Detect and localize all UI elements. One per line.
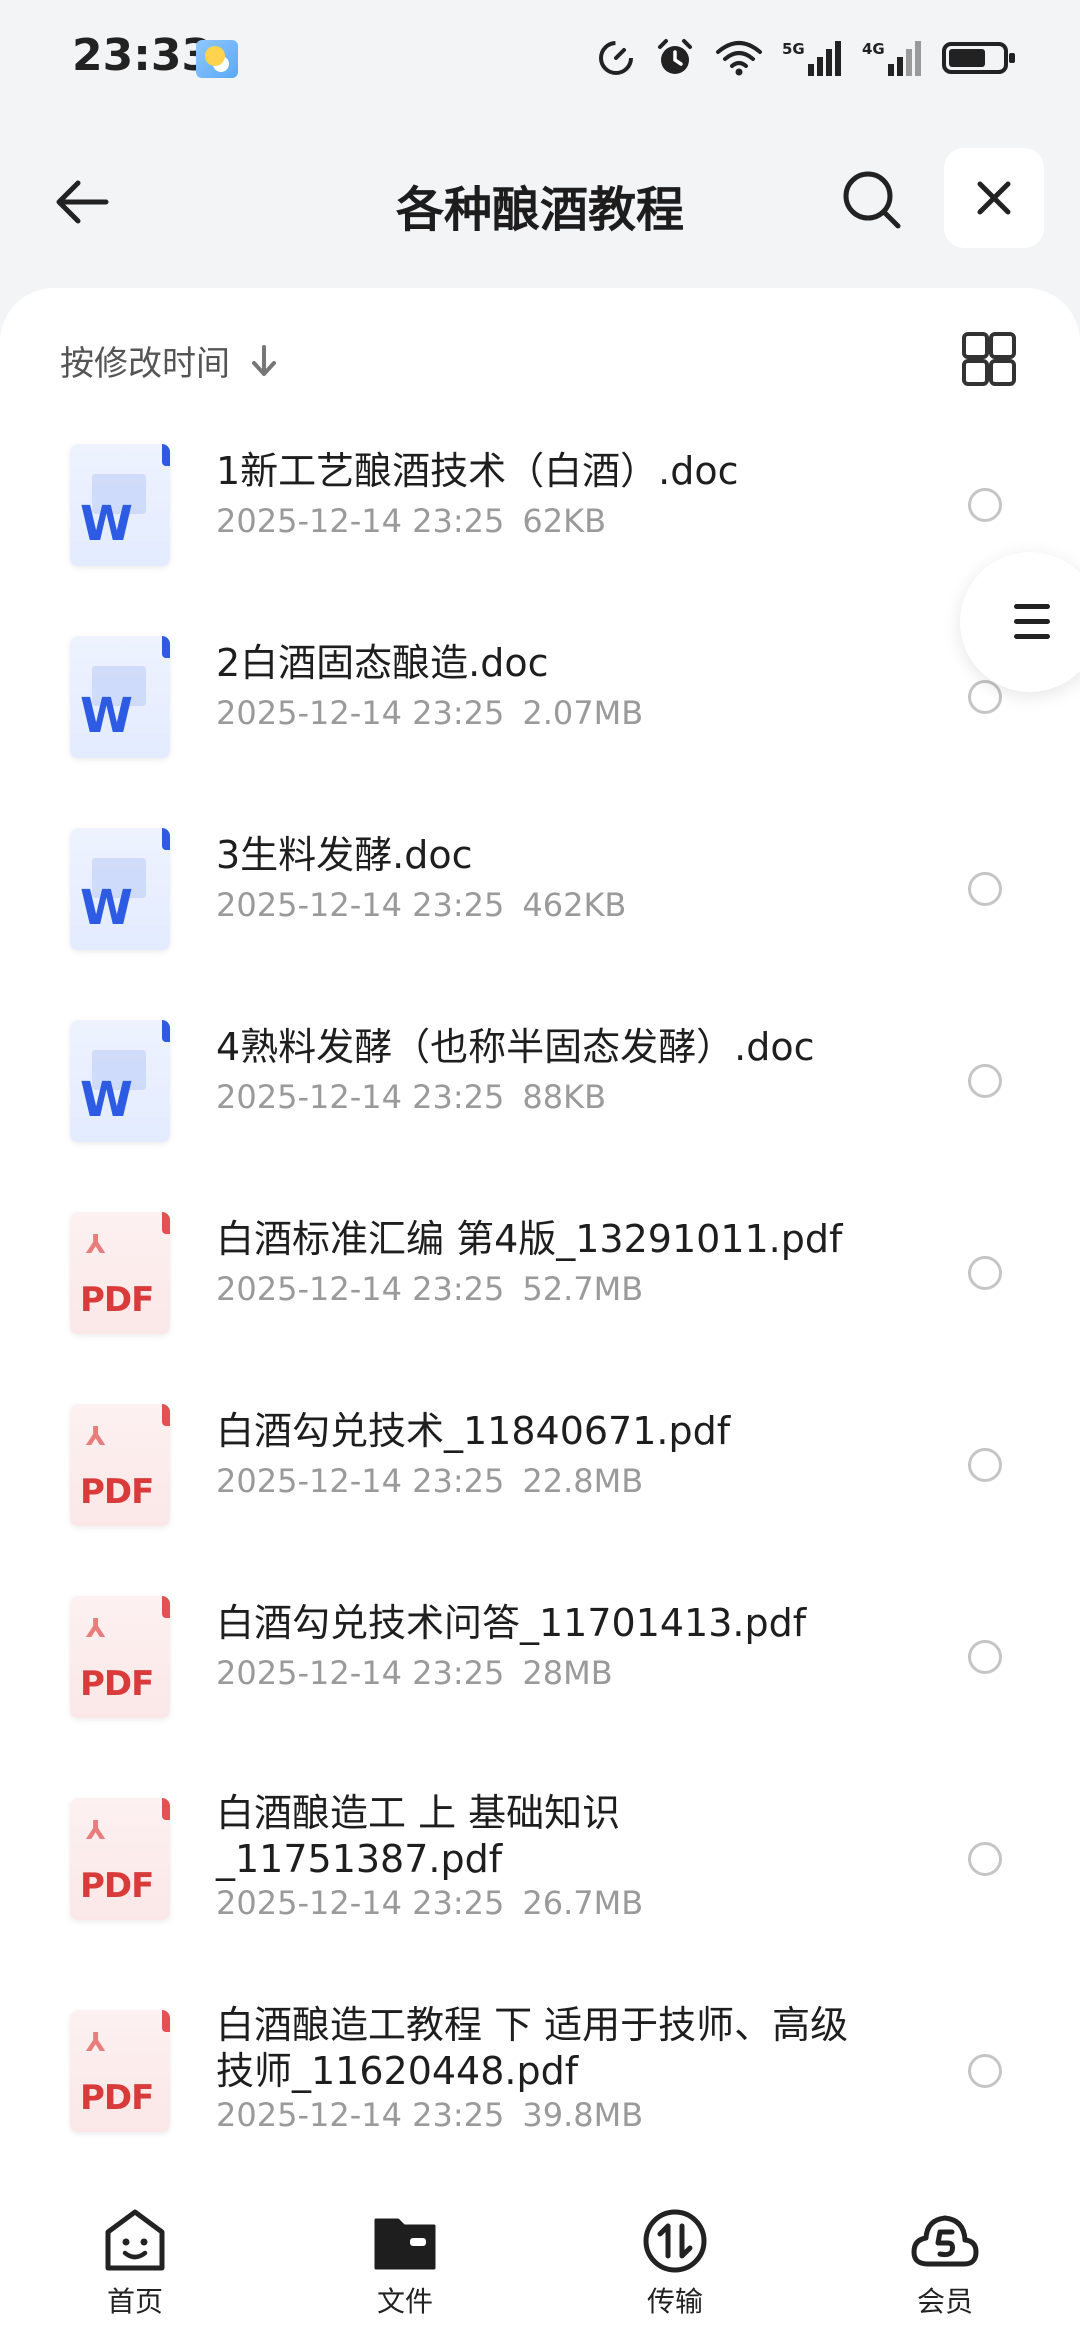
select-radio[interactable] — [968, 1448, 1002, 1482]
svg-text:5G: 5G — [782, 40, 805, 58]
tab-files[interactable]: 文件 — [270, 2188, 540, 2340]
file-size: 39.8MB — [522, 2096, 644, 2134]
select-radio[interactable] — [968, 680, 1002, 714]
pdf-icon: ⅄ PDF — [70, 1404, 170, 1526]
file-meta: 2025-12-14 23:25 88KB — [216, 1078, 606, 1116]
select-radio[interactable] — [968, 1640, 1002, 1674]
file-meta: 2025-12-14 23:25 52.7MB — [216, 1270, 643, 1308]
file-date: 2025-12-14 23:25 — [216, 1462, 505, 1500]
file-size: 26.7MB — [522, 1884, 644, 1922]
file-date: 2025-12-14 23:25 — [216, 1654, 505, 1692]
file-meta: 2025-12-14 23:25 62KB — [216, 502, 606, 540]
sort-control[interactable]: 按修改时间 — [60, 336, 280, 385]
select-radio[interactable] — [968, 2054, 1002, 2088]
signal-5g-icon: 5G — [782, 38, 844, 78]
file-date: 2025-12-14 23:25 — [216, 1078, 505, 1116]
file-name: 白酒勾兑技术_11840671.pdf — [216, 1409, 731, 1453]
tab-transfer[interactable]: 传输 — [540, 2188, 810, 2340]
word-doc-icon: W — [70, 1020, 170, 1142]
status-bar: 23:33 5G 4G — [0, 0, 1080, 120]
tab-home[interactable]: 首页 — [0, 2188, 270, 2340]
select-radio[interactable] — [968, 1256, 1002, 1290]
file-size: 52.7MB — [522, 1270, 644, 1308]
home-smile-icon — [105, 2209, 165, 2271]
select-radio[interactable] — [968, 1842, 1002, 1876]
select-radio[interactable] — [968, 488, 1002, 522]
file-name: 3生料发酵.doc — [216, 833, 473, 877]
file-meta: 2025-12-14 23:25 26.7MB — [216, 1884, 643, 1922]
file-name: 白酒标准汇编 第4版_13291011.pdf — [216, 1217, 843, 1261]
pdf-icon: ⅄ PDF — [70, 1798, 170, 1920]
tab-label: 首页 — [106, 2285, 163, 2318]
file-name: 白酒酿造工 上 基础知识_11751387.pdf — [216, 1791, 621, 1881]
grid-view-toggle[interactable] — [962, 332, 1016, 386]
close-button[interactable] — [944, 148, 1044, 248]
select-radio[interactable] — [968, 1064, 1002, 1098]
grid-cell — [962, 359, 989, 386]
file-meta: 2025-12-14 23:25 28MB — [216, 1654, 613, 1692]
tab-label: 传输 — [646, 2285, 703, 2318]
svg-text:4G: 4G — [862, 40, 885, 58]
transfer-icon — [643, 2209, 707, 2273]
tab-label: 会员 — [916, 2285, 973, 2318]
file-date: 2025-12-14 23:25 — [216, 2096, 505, 2134]
file-date: 2025-12-14 23:25 — [216, 886, 505, 924]
pdf-icon: ⅄ PDF — [70, 2010, 170, 2132]
file-meta: 2025-12-14 23:25 2.07MB — [216, 694, 643, 732]
file-size: 462KB — [522, 886, 627, 924]
wifi-icon — [714, 38, 764, 78]
file-date: 2025-12-14 23:25 — [216, 694, 505, 732]
battery-icon — [942, 42, 1015, 74]
file-name: 4熟料发酵（也称半固态发酵）.doc — [216, 1025, 815, 1069]
page-title: 各种酿酒教程 — [395, 182, 684, 238]
word-doc-icon: W — [70, 636, 170, 758]
pdf-icon: ⅄ PDF — [70, 1596, 170, 1718]
top-app-bar: 各种酿酒教程 — [0, 130, 1080, 270]
pdf-icon: ⅄ PDF — [70, 1212, 170, 1334]
close-icon — [977, 181, 1011, 215]
select-radio[interactable] — [968, 872, 1002, 906]
file-date: 2025-12-14 23:25 — [216, 1884, 505, 1922]
grid-cell — [989, 359, 1016, 386]
arrow-down-icon — [252, 344, 276, 376]
file-name: 1新工艺酿酒技术（白酒）.doc — [216, 449, 739, 493]
folder-icon — [374, 2218, 436, 2270]
file-name: 白酒勾兑技术问答_11701413.pdf — [216, 1601, 807, 1645]
word-doc-icon: W — [70, 444, 170, 566]
file-size: 62KB — [522, 502, 607, 540]
alarm-icon — [654, 38, 696, 78]
grid-cell — [989, 332, 1016, 359]
file-name: 2白酒固态酿造.doc — [216, 641, 549, 685]
word-doc-icon: W — [70, 828, 170, 950]
file-name: 白酒酿造工教程 下 适用于技师、高级技师_11620448.pdf — [216, 2003, 849, 2093]
vip-cloud-icon — [911, 2215, 979, 2267]
file-meta: 2025-12-14 23:25 39.8MB — [216, 2096, 643, 2134]
grid-cell — [962, 332, 989, 359]
file-list-panel: 按修改时间 W 1新工艺酿酒技术（白酒）.doc 2025-12-14 23:2… — [0, 288, 1080, 2188]
signal-4g-icon: 4G — [862, 38, 924, 78]
tab-label: 文件 — [376, 2285, 433, 2318]
file-date: 2025-12-14 23:25 — [216, 1270, 505, 1308]
file-size: 28MB — [522, 1654, 613, 1692]
file-size: 2.07MB — [522, 694, 644, 732]
file-meta: 2025-12-14 23:25 22.8MB — [216, 1462, 643, 1500]
speed-icon — [596, 38, 636, 78]
file-date: 2025-12-14 23:25 — [216, 502, 505, 540]
weather-icon — [196, 40, 238, 78]
file-size: 88KB — [522, 1078, 607, 1116]
tab-vip[interactable]: 会员 — [810, 2188, 1080, 2340]
file-size: 22.8MB — [522, 1462, 644, 1500]
status-icons: 5G 4G — [596, 38, 1015, 78]
file-meta: 2025-12-14 23:25 462KB — [216, 886, 626, 924]
status-time: 23:33 — [72, 30, 213, 81]
bottom-tab-bar: 首页 文件 传输 会员 — [0, 2188, 1080, 2340]
sort-label: 按修改时间 — [60, 344, 230, 384]
search-button[interactable] — [832, 160, 912, 240]
search-icon — [843, 171, 901, 229]
